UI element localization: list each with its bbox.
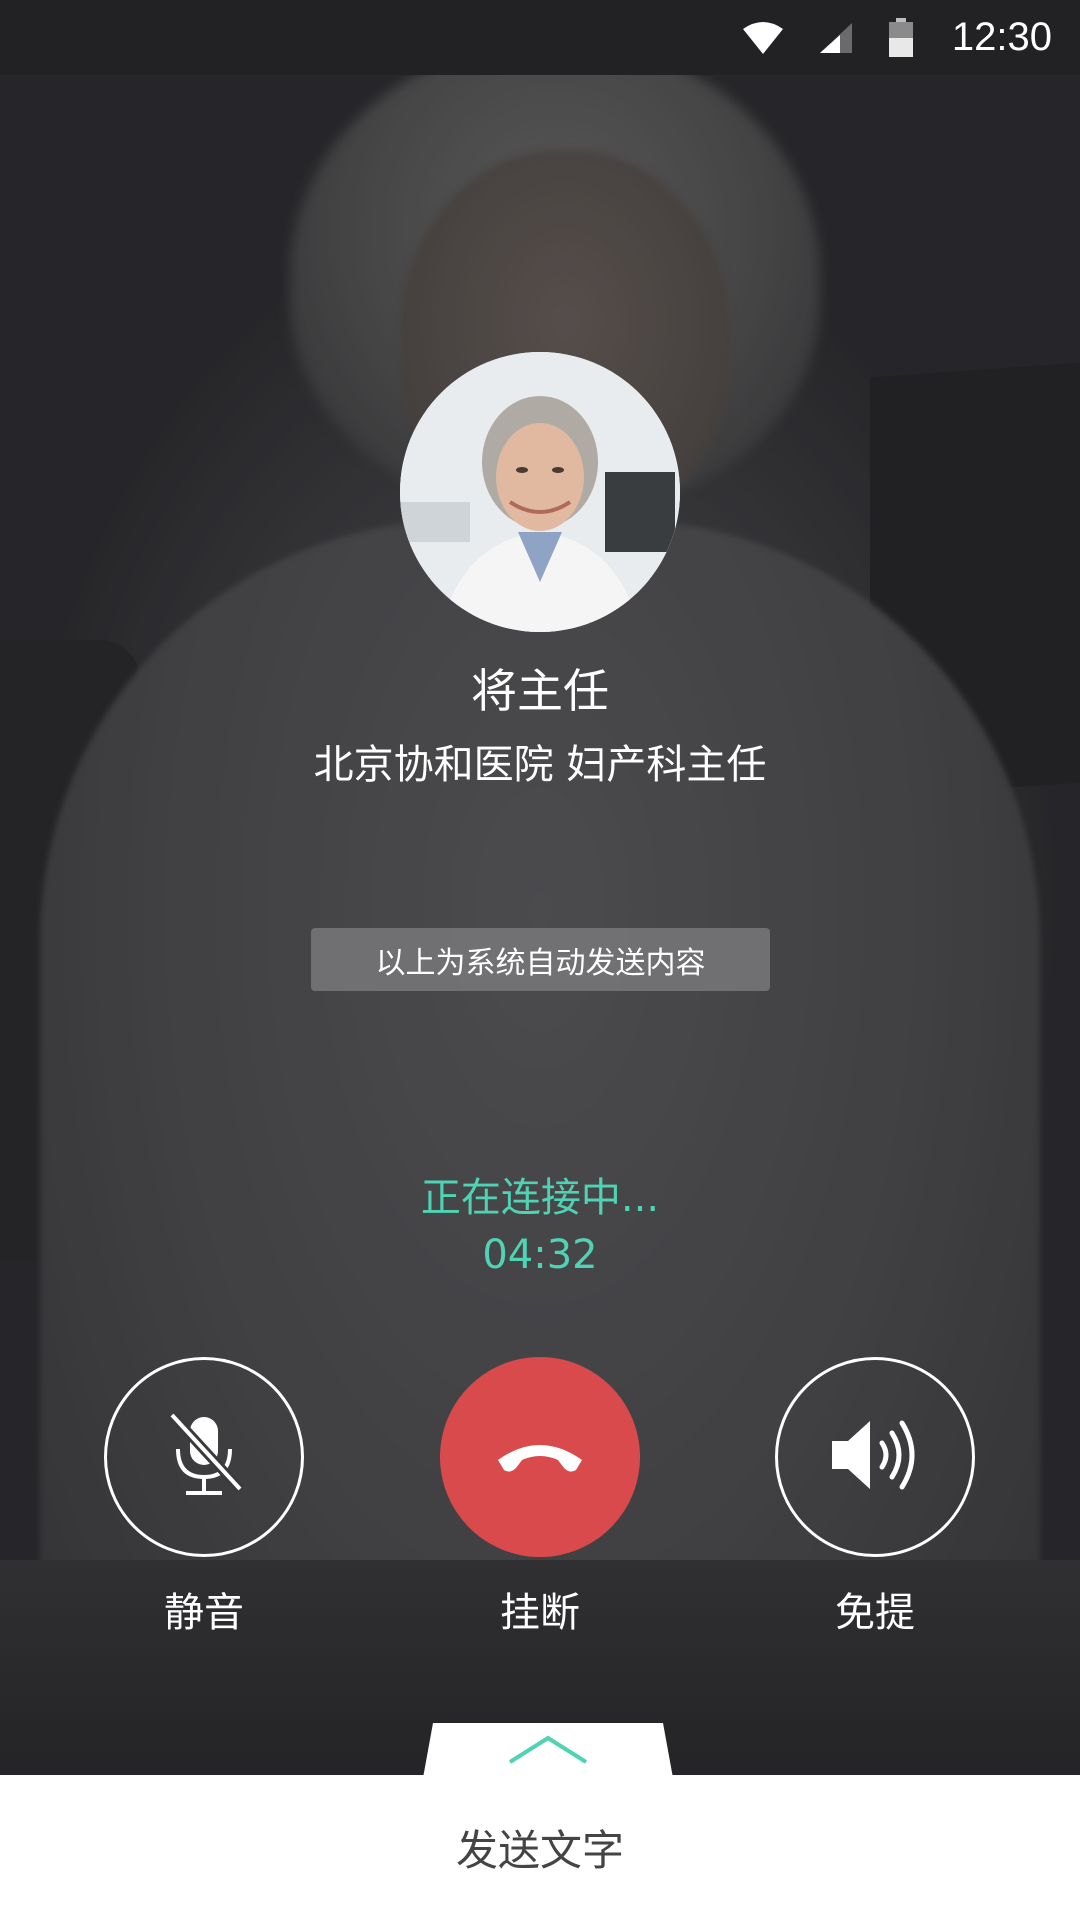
call-timer: 04:32 <box>482 1232 598 1278</box>
caller-avatar <box>400 352 680 632</box>
status-clock: 12:30 <box>951 15 1052 59</box>
speaker-label: 免提 <box>835 1590 915 1636</box>
expand-panel-tab[interactable] <box>423 1723 673 1778</box>
battery-icon <box>888 17 914 58</box>
mute-button[interactable] <box>104 1357 304 1557</box>
chevron-up-icon <box>506 1732 590 1770</box>
system-notice: 以上为系统自动发送内容 <box>311 928 770 991</box>
hangup-label: 挂断 <box>500 1590 580 1636</box>
caller-title: 北京协和医院 妇产科主任 <box>313 742 767 788</box>
mic-off-icon <box>154 1405 254 1509</box>
phone-hangup-icon <box>492 1430 588 1484</box>
status-bar: 12:30 <box>0 0 1080 75</box>
hangup-button[interactable] <box>440 1357 640 1557</box>
caller-name: 将主任 <box>471 664 609 718</box>
signal-icon <box>818 21 854 55</box>
speaker-button[interactable] <box>775 1357 975 1557</box>
wifi-icon <box>742 21 784 55</box>
send-text-button[interactable]: 发送文字 <box>0 1775 1080 1920</box>
mute-label: 静音 <box>164 1590 244 1636</box>
send-text-label: 发送文字 <box>455 1826 624 1875</box>
call-status: 正在连接中... <box>420 1175 660 1221</box>
call-screen: 12:30 将主任 北京协和医院 妇产科主任 以上为系统自动发送内容 正在连接中… <box>0 0 1080 1920</box>
speaker-icon <box>820 1405 930 1509</box>
